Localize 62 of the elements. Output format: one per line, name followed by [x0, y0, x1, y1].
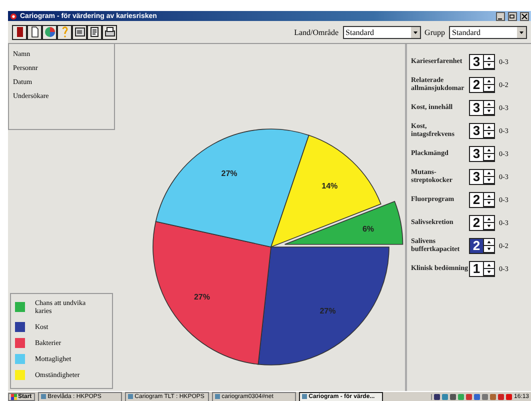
group-label: Grupp — [424, 28, 445, 36]
app-icon — [10, 12, 17, 20]
spin-value: 2 — [472, 216, 482, 230]
spin-box[interactable]: 3 — [469, 168, 495, 184]
spin-box[interactable]: 2 — [469, 214, 495, 230]
spin-value: 3 — [472, 54, 482, 68]
toolbar-button[interactable] — [27, 24, 42, 40]
toolbar-button[interactable] — [12, 24, 27, 40]
country-dropdown[interactable]: Standard — [342, 26, 421, 38]
spin-box[interactable]: 2 — [469, 192, 495, 208]
windows-logo-icon — [11, 394, 17, 400]
spin-value: 2 — [472, 192, 482, 206]
down-arrow-icon[interactable] — [484, 268, 494, 276]
spin-value: 3 — [472, 146, 482, 160]
slice-label: 27% — [194, 292, 210, 302]
chart-icon — [44, 26, 56, 38]
restore-button[interactable] — [508, 12, 517, 20]
spin-value: 3 — [472, 100, 482, 114]
spin-box[interactable]: 1 — [469, 260, 495, 276]
country-label: Land/Område — [294, 28, 339, 36]
spin-box[interactable]: 3 — [469, 122, 495, 138]
spin-value: 1 — [472, 262, 482, 276]
app-icon — [128, 394, 133, 399]
toolbar-button[interactable] — [57, 24, 72, 40]
spin-box[interactable]: 3 — [469, 54, 495, 70]
close-button[interactable] — [520, 12, 529, 20]
app-icon — [40, 394, 46, 399]
spin-value: 2 — [472, 78, 482, 92]
toolbar-button[interactable] — [72, 24, 87, 40]
spin-value: 3 — [472, 124, 482, 138]
down-arrow-icon[interactable] — [484, 200, 494, 206]
toolbar-button[interactable] — [87, 24, 102, 40]
down-arrow-icon[interactable] — [484, 176, 494, 184]
spin-value: 3 — [472, 170, 482, 184]
restore-icon — [509, 12, 516, 20]
spin-box[interactable]: 3 — [469, 100, 495, 116]
close-icon — [521, 12, 528, 20]
down-arrow-icon[interactable] — [484, 130, 494, 138]
slice-label: 27% — [320, 306, 336, 316]
down-arrow-icon[interactable] — [484, 108, 494, 114]
toolbar-button[interactable] — [102, 24, 117, 40]
toolbar-button[interactable] — [42, 24, 57, 40]
spin-value: 2 — [470, 238, 483, 252]
app-icon — [214, 394, 220, 399]
spin-box[interactable]: 3 — [469, 146, 495, 162]
down-arrow-icon[interactable] — [484, 246, 494, 252]
slice-label: 6% — [362, 224, 374, 234]
slice-label: 27% — [221, 168, 238, 178]
group-dropdown[interactable]: Standard — [449, 26, 527, 38]
spin-box[interactable]: 2 — [469, 76, 495, 92]
slice-label: 14% — [322, 182, 338, 191]
document-icon — [28, 26, 40, 38]
down-arrow-icon[interactable] — [484, 84, 494, 92]
minimize-button[interactable] — [496, 12, 505, 20]
down-arrow-icon[interactable] — [484, 222, 494, 230]
down-arrow-icon[interactable] — [484, 154, 494, 160]
print-icon — [104, 26, 116, 38]
down-arrow-icon[interactable] — [484, 62, 494, 68]
spin-box[interactable]: 2 — [469, 238, 495, 254]
report-icon — [88, 26, 100, 38]
app-icon — [302, 394, 307, 399]
window-icon — [74, 26, 86, 38]
